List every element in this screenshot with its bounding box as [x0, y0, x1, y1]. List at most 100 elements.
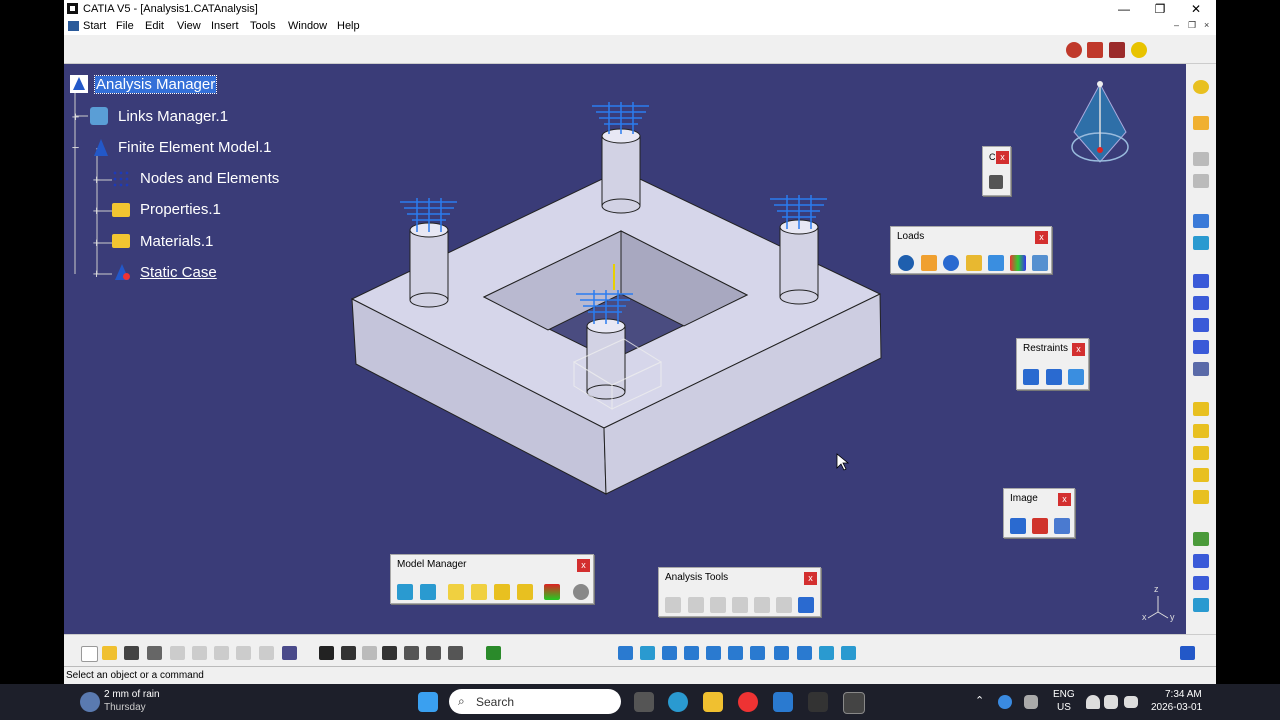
graph-icon[interactable]	[404, 646, 419, 660]
task-view-icon[interactable]	[634, 692, 654, 712]
bug-icon[interactable]	[1066, 42, 1082, 58]
model-checker-icon[interactable]	[544, 584, 560, 600]
connection-icon[interactable]	[1193, 274, 1209, 288]
tree-root-analysis-manager[interactable]: Analysis Manager	[93, 75, 218, 94]
catia-taskbar-icon[interactable]	[843, 692, 865, 714]
undo-icon[interactable]	[236, 646, 251, 660]
lock-icon[interactable]	[426, 646, 441, 660]
collapse-fem-icon[interactable]: −	[70, 141, 81, 154]
expand-materials-icon[interactable]: +	[91, 236, 102, 249]
virtual-part-icon[interactable]	[1193, 402, 1209, 416]
mass-icon[interactable]	[1193, 532, 1209, 546]
rigid-connection-icon[interactable]	[1193, 296, 1209, 310]
images-layout-icon[interactable]	[776, 597, 792, 613]
mesh-icon[interactable]	[1193, 236, 1209, 250]
snap-icon[interactable]	[1193, 152, 1209, 166]
image-toolbar-close[interactable]: x	[1058, 493, 1071, 506]
workbench-icon[interactable]	[1193, 80, 1209, 94]
material-sphere-icon[interactable]	[573, 584, 589, 600]
compute-icon[interactable]	[1193, 214, 1209, 228]
calculator-icon[interactable]	[989, 175, 1003, 189]
formula-icon[interactable]	[319, 646, 334, 660]
cut-plane-icon[interactable]	[688, 597, 704, 613]
iso-view-icon[interactable]	[774, 646, 789, 660]
whats-this-icon[interactable]	[282, 646, 297, 660]
menu-view[interactable]: View	[177, 20, 201, 32]
mdi-close-button[interactable]: ×	[1204, 20, 1209, 30]
octree-triangle-mesher-icon[interactable]	[420, 584, 436, 600]
volume-icon[interactable]	[1104, 695, 1118, 709]
bearing-load-icon[interactable]	[966, 255, 982, 271]
tree-view-icon[interactable]	[486, 646, 501, 660]
von-mises-icon[interactable]	[1032, 518, 1048, 534]
copy-icon[interactable]	[192, 646, 207, 660]
taskbar-search[interactable]: ⌕ Search	[449, 689, 621, 714]
normal-view-icon[interactable]	[750, 646, 765, 660]
3d-viewport[interactable]: z x y Analysis Manager + Links Manager.1…	[64, 64, 1186, 634]
amplification-icon[interactable]	[710, 597, 726, 613]
new-file-icon[interactable]	[81, 646, 98, 662]
select-arrow-icon[interactable]	[1193, 116, 1209, 130]
weather-icon[interactable]	[80, 692, 100, 712]
menu-help[interactable]: Help	[337, 20, 360, 32]
menu-edit[interactable]: Edit	[145, 20, 164, 32]
wifi-icon[interactable]	[1086, 695, 1100, 709]
smooth-virtual-part-icon[interactable]	[1193, 490, 1209, 504]
menu-window[interactable]: Window	[288, 20, 327, 32]
sensor-icon[interactable]	[1193, 576, 1209, 590]
displacement-icon[interactable]	[1054, 518, 1070, 534]
battery-icon[interactable]	[1124, 696, 1138, 708]
hide-show-icon[interactable]	[819, 646, 834, 660]
paint-icon[interactable]	[773, 692, 793, 712]
temperature-field-icon[interactable]	[1010, 255, 1026, 271]
contact-connection-icon[interactable]	[1193, 340, 1209, 354]
rotate-icon[interactable]	[684, 646, 699, 660]
expand-static-case-icon[interactable]: +	[91, 267, 102, 280]
windows-start-icon[interactable]	[418, 692, 438, 712]
paste-icon[interactable]	[214, 646, 229, 660]
language-primary[interactable]: ENG	[1053, 689, 1075, 700]
save-icon[interactable]	[124, 646, 139, 660]
zoom-in-icon[interactable]	[706, 646, 721, 660]
animate-icon[interactable]	[665, 597, 681, 613]
edge-icon[interactable]	[668, 692, 688, 712]
bolt-tightening-icon[interactable]	[1193, 362, 1209, 376]
sensor-tb-icon[interactable]	[362, 646, 377, 660]
loads-toolbar-close[interactable]: x	[1035, 231, 1048, 244]
menu-file[interactable]: File	[116, 20, 134, 32]
clock-time[interactable]: 7:34 AM	[1165, 689, 1202, 700]
smooth-connection-icon[interactable]	[1193, 318, 1209, 332]
mdi-restore-button[interactable]: ❐	[1188, 20, 1196, 31]
deformation-icon[interactable]	[1010, 518, 1026, 534]
enforced-displacement-icon[interactable]	[1032, 255, 1048, 271]
user-restraint-icon[interactable]	[1068, 369, 1084, 385]
analysis-tools-toolbar-close[interactable]: x	[804, 572, 817, 585]
menu-start[interactable]: Start	[83, 20, 106, 32]
beam-property-icon[interactable]	[494, 584, 510, 600]
cut-icon[interactable]	[170, 646, 185, 660]
shell-property-icon[interactable]	[471, 584, 487, 600]
model-manager-toolbar-close[interactable]: x	[577, 559, 590, 572]
tree-properties[interactable]: Properties.1	[140, 201, 221, 218]
maximize-button[interactable]: ❐	[1142, 0, 1178, 18]
solid-property-icon[interactable]	[448, 584, 464, 600]
fly-mode-icon[interactable]	[618, 646, 633, 660]
print-icon[interactable]	[147, 646, 162, 660]
menu-insert[interactable]: Insert	[211, 20, 239, 32]
pressure-icon[interactable]	[898, 255, 914, 271]
tree-nodes-and-elements[interactable]: Nodes and Elements	[140, 170, 279, 187]
close-button[interactable]: ✕	[1178, 0, 1214, 18]
tree-links-manager[interactable]: Links Manager.1	[118, 108, 228, 125]
restraints-toolbar-close[interactable]: x	[1072, 343, 1085, 356]
tree-materials[interactable]: Materials.1	[140, 233, 213, 250]
measure-icon[interactable]	[448, 646, 463, 660]
onedrive-icon[interactable]	[998, 695, 1012, 709]
chrome-icon[interactable]	[738, 692, 758, 712]
knowledge-icon[interactable]	[341, 646, 356, 660]
rigid-virtual-part-icon[interactable]	[1193, 446, 1209, 460]
expand-properties-icon[interactable]: +	[91, 204, 102, 217]
weather-summary[interactable]: 2 mm of rain	[104, 689, 160, 700]
group-icon[interactable]	[1193, 174, 1209, 188]
terminal-icon[interactable]	[808, 692, 828, 712]
menu-tools[interactable]: Tools	[250, 20, 276, 32]
